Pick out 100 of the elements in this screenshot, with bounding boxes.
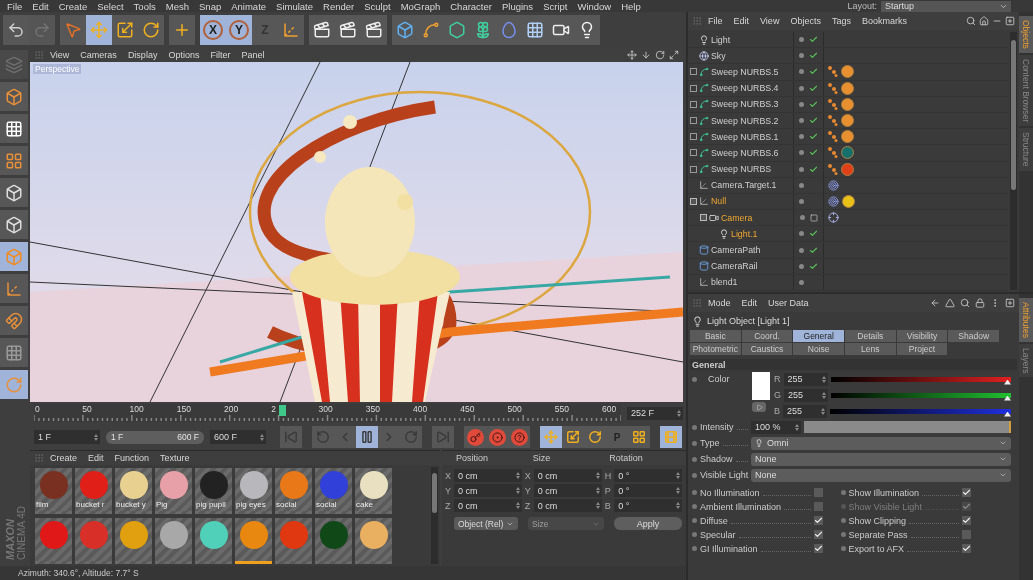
expand-toggle[interactable] bbox=[690, 100, 697, 108]
menu-item[interactable]: User Data bbox=[763, 298, 814, 308]
menu-item[interactable]: File bbox=[703, 16, 728, 26]
visibility-dot[interactable] bbox=[799, 69, 804, 75]
visibility-dot[interactable] bbox=[799, 134, 804, 140]
attribute-tab[interactable]: Shadow bbox=[948, 330, 999, 342]
attribute-tab[interactable]: Lens bbox=[845, 343, 896, 355]
expand-toggle[interactable] bbox=[690, 68, 697, 76]
number-field[interactable]: 255 bbox=[783, 404, 827, 418]
color-slider[interactable] bbox=[831, 392, 1011, 398]
axis-button[interactable]: X bbox=[200, 15, 226, 45]
collapse-toggle[interactable] bbox=[690, 197, 697, 205]
attribute-tab[interactable]: General bbox=[793, 330, 844, 342]
menu-item[interactable]: Function bbox=[109, 453, 155, 463]
material-tile[interactable] bbox=[275, 518, 312, 564]
visibility-dot[interactable] bbox=[799, 182, 804, 188]
phong-tag-icon[interactable] bbox=[828, 98, 838, 110]
object-name[interactable]: Sweep NURBS.3 bbox=[711, 99, 779, 110]
current-frame-field[interactable]: 252 F bbox=[627, 406, 683, 420]
object-name[interactable]: Camera bbox=[721, 212, 753, 223]
menu-item[interactable]: View bbox=[755, 16, 785, 26]
menu-item[interactable]: Objects bbox=[785, 16, 826, 26]
checkbox[interactable] bbox=[813, 530, 823, 539]
menu-item[interactable]: File bbox=[2, 0, 28, 12]
checkbox[interactable] bbox=[813, 488, 823, 497]
attribute-tab[interactable]: Coord. bbox=[741, 330, 793, 342]
menu-item[interactable]: Edit bbox=[736, 298, 763, 308]
timeline-ruler[interactable]: 0 50 100 150 200 2 300 350 400 450 500 550 600 bbox=[34, 404, 621, 422]
object-name[interactable]: Sweep NURBS.4 bbox=[711, 83, 779, 94]
scrollbar[interactable] bbox=[1010, 32, 1017, 290]
menu-item[interactable]: Plugins bbox=[496, 0, 539, 12]
expand-toggle[interactable] bbox=[690, 84, 697, 92]
menu-item[interactable]: Cameras bbox=[75, 50, 122, 60]
attribute-tab[interactable]: Project bbox=[896, 343, 948, 355]
number-field[interactable]: 0 cm bbox=[533, 469, 602, 482]
phong-tag-icon[interactable] bbox=[828, 131, 838, 143]
material-tag[interactable] bbox=[841, 65, 854, 79]
material-tile[interactable]: pig eyes bbox=[235, 468, 272, 514]
menu-item[interactable]: Texture bbox=[155, 453, 195, 463]
menu-item[interactable]: Edit bbox=[728, 16, 755, 26]
visibility-dot[interactable] bbox=[799, 198, 804, 204]
object-name[interactable]: Sweep NURBS.5 bbox=[711, 66, 779, 77]
start-frame-field[interactable]: 1 F bbox=[34, 430, 100, 444]
object-name[interactable]: Sweep NURBS bbox=[711, 164, 772, 175]
object-name[interactable]: Light bbox=[711, 34, 731, 45]
menu-item[interactable]: Render bbox=[318, 0, 360, 12]
material-tile[interactable] bbox=[235, 518, 272, 564]
menu-item[interactable]: Tools bbox=[128, 0, 161, 12]
visibility-dot[interactable] bbox=[799, 263, 804, 269]
number-field[interactable]: 0 ° bbox=[614, 469, 682, 482]
slider-thumb[interactable] bbox=[1004, 395, 1011, 401]
checkbox[interactable] bbox=[962, 516, 971, 525]
menu-item[interactable]: Sculpt bbox=[359, 0, 396, 12]
dropdown[interactable]: None bbox=[751, 452, 1011, 466]
material-tag[interactable] bbox=[841, 114, 854, 128]
material-tag[interactable] bbox=[841, 130, 854, 144]
material-tile[interactable] bbox=[155, 518, 192, 564]
visibility-dot[interactable] bbox=[799, 279, 804, 285]
expand-toggle[interactable] bbox=[690, 149, 697, 157]
mode-button[interactable] bbox=[0, 178, 28, 207]
number-field[interactable]: 0 cm bbox=[533, 484, 602, 497]
phong-tag-icon[interactable] bbox=[828, 115, 838, 127]
material-tile[interactable]: cake bbox=[355, 468, 392, 514]
object-name[interactable]: Camera.Target.1 bbox=[711, 180, 777, 191]
menu-item[interactable]: Animate bbox=[226, 0, 272, 12]
number-field[interactable]: 0 cm bbox=[454, 469, 522, 482]
material-tile[interactable]: Pig bbox=[155, 468, 192, 514]
menu-item[interactable]: Filter bbox=[205, 50, 236, 60]
menu-item[interactable]: Script bbox=[538, 0, 573, 12]
visibility-dot[interactable] bbox=[799, 85, 804, 91]
checkbox[interactable] bbox=[962, 488, 971, 497]
visibility-dot[interactable] bbox=[799, 247, 804, 253]
material-tag[interactable] bbox=[841, 146, 854, 160]
object-name[interactable]: Sky bbox=[711, 50, 726, 61]
material-tile[interactable] bbox=[315, 518, 352, 564]
material-tile[interactable] bbox=[195, 518, 232, 564]
record-button[interactable] bbox=[464, 426, 486, 448]
object-name[interactable]: Sweep NURBS.6 bbox=[711, 147, 779, 158]
visibility-dot[interactable] bbox=[799, 215, 805, 221]
color-swatch[interactable] bbox=[752, 372, 770, 400]
object-name[interactable]: Null bbox=[711, 196, 727, 207]
menu-item[interactable]: Create bbox=[53, 0, 93, 12]
menu-item[interactable]: Snap bbox=[194, 0, 227, 12]
number-field[interactable]: 255 bbox=[784, 388, 828, 402]
attribute-tab[interactable]: Photometric bbox=[690, 343, 741, 355]
menu-item[interactable]: Mode bbox=[703, 298, 736, 308]
expand-toggle[interactable] bbox=[690, 117, 697, 125]
expand-button[interactable] bbox=[752, 402, 766, 412]
attribute-tab[interactable]: Details bbox=[845, 330, 896, 342]
mode-button[interactable] bbox=[0, 82, 28, 111]
object-name[interactable]: CameraRail bbox=[711, 261, 758, 272]
record-button[interactable] bbox=[508, 426, 530, 448]
material-tile[interactable]: social bbox=[315, 468, 352, 514]
expand-toggle[interactable] bbox=[690, 165, 697, 173]
attribute-tab[interactable]: Caustics bbox=[741, 343, 793, 355]
visibility-dot[interactable] bbox=[799, 101, 804, 107]
mode-button[interactable] bbox=[0, 210, 28, 239]
attribute-tab[interactable]: Noise bbox=[793, 343, 844, 355]
phong-tag-icon[interactable] bbox=[828, 82, 838, 94]
checkbox[interactable] bbox=[813, 516, 823, 525]
